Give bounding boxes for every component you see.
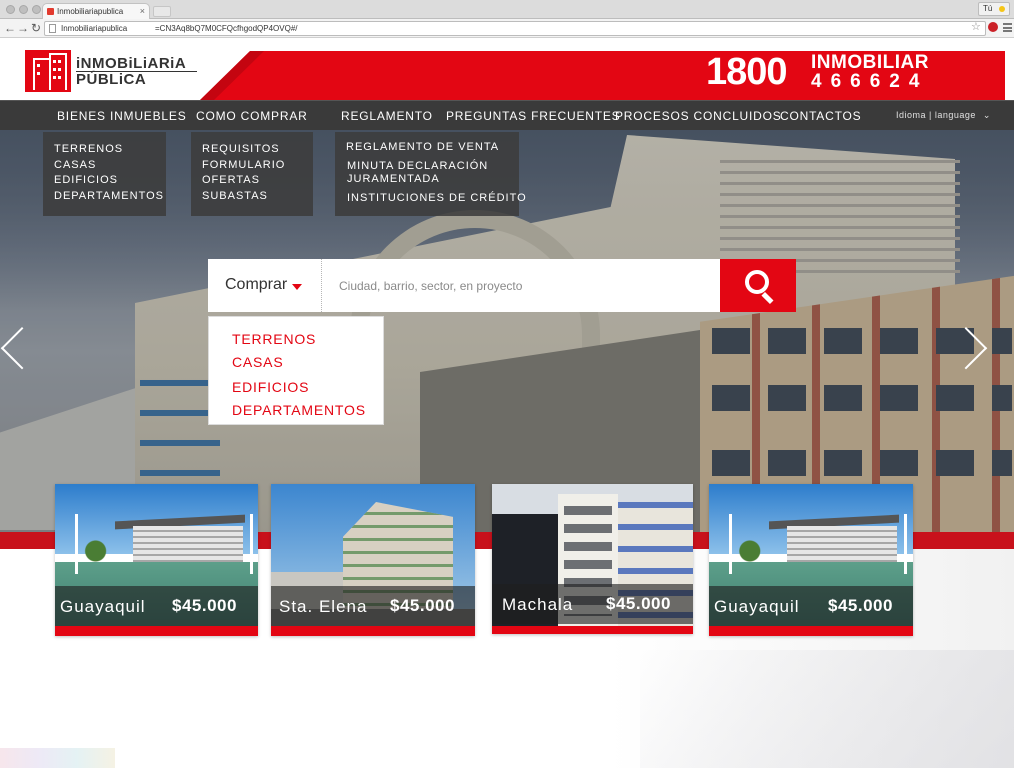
phone-word: INMOBILIAR [811,52,929,73]
profile-avatar-icon [999,6,1005,12]
nav-bienes-inmuebles[interactable]: BIENES INMUEBLES [57,109,187,123]
search-type-label: Comprar [225,276,288,293]
window-minimize-dot[interactable] [19,5,28,14]
window-close-dot[interactable] [6,5,15,14]
caret-down-icon [292,284,302,290]
menu-item-subastas[interactable]: SUBASTAS [202,189,302,205]
forward-button[interactable]: → [17,21,29,35]
chevron-right-icon[interactable] [962,317,988,377]
phone-number: 1800 [706,51,788,93]
search-icon [745,270,769,294]
phone-digits: 466624 [811,71,929,92]
logo-text-line2: PÚBLiCA [76,71,147,88]
menu-item-minuta-line2[interactable]: JURAMENTADA [346,173,508,186]
logo-building-icon [25,50,71,92]
pinterest-extension-icon[interactable] [988,22,998,32]
chevron-left-icon[interactable] [14,317,40,377]
menu-item-formulario[interactable]: FORMULARIO [202,158,302,174]
chevron-down-icon: ⌄ [982,110,991,120]
menu-bienes-inmuebles: TERRENOS CASAS EDIFICIOS DEPARTAMENTOS [43,132,166,216]
menu-item-edificios[interactable]: EDIFICIOS [54,173,155,189]
browser-tab[interactable]: Inmobiliariapublica × [42,3,150,19]
reload-button[interactable]: ↻ [31,21,41,35]
main-nav: BIENES INMUEBLES COMO COMPRAR REGLAMENTO… [0,100,1014,130]
page-icon [49,24,56,33]
browser-toolbar: ← → ↻ Inmobiliariapublica =CN3Aq8bQ7M0CF… [0,19,1014,38]
url-path: =CN3Aq8bQ7M0CFQcfhgodQP4OVQ#/ [155,24,298,33]
url-host: Inmobiliariapublica [61,24,128,33]
address-bar[interactable]: Inmobiliariapublica =CN3Aq8bQ7M0CFQcfhgo… [44,21,986,36]
menu-item-minuta-line1[interactable]: MINUTA DECLARACIÓN [346,160,508,173]
window-zoom-dot[interactable] [32,5,41,14]
language-selector[interactable]: Idioma | language ⌄ [896,110,991,121]
profile-label: Tú [983,4,993,13]
search-input[interactable] [339,274,709,298]
menu-item-casas[interactable]: CASAS [54,158,155,174]
site-logo[interactable]: iNMOBiLiARiA PÚBLiCA [25,50,197,92]
listing-price: $45.000 [828,596,893,615]
listing-card[interactable]: Guayaquil $45.000 [709,484,913,636]
search-option-departamentos[interactable]: DEPARTAMENTOS [232,399,383,422]
profile-button[interactable]: Tú [978,2,1010,16]
menu-reglamento: REGLAMENTO DE VENTA MINUTA DECLARACIÓN J… [335,132,526,216]
menu-como-comprar: REQUISITOS FORMULARIO OFERTAS SUBASTAS [191,132,313,216]
menu-item-terrenos[interactable]: TERRENOS [54,142,155,158]
favicon-icon [47,8,54,15]
nav-contactos[interactable]: CONTACTOS [780,109,861,123]
search-option-casas[interactable]: CASAS [232,351,383,374]
nav-reglamento[interactable]: REGLAMENTO [341,109,433,123]
bookmark-star-icon[interactable]: ☆ [971,21,981,34]
listing-caption: Guayaquil $45.000 [709,586,913,626]
listing-city: Sta. Elena [279,597,368,616]
listing-price: $45.000 [390,596,455,615]
browser-tab-bar: Inmobiliariapublica × Tú [0,0,1014,19]
listing-card[interactable]: Guayaquil $45.000 [55,484,258,636]
new-tab-button[interactable] [153,6,171,17]
listing-price: $45.000 [172,596,237,615]
nav-procesos-concluidos[interactable]: PROCESOS CONCLUIDOS [615,109,782,123]
logo-text-line1: iNMOBiLiARiA [76,55,187,72]
listing-card[interactable]: Machala $45.000 [492,484,693,634]
menu-item-ofertas[interactable]: OFERTAS [202,173,302,189]
tab-title: Inmobiliariapublica [57,7,124,16]
language-label: Idioma | language [896,110,976,120]
listing-caption: Guayaquil $45.000 [55,586,258,626]
listing-price: $45.000 [606,594,671,613]
property-search: Comprar [208,259,796,312]
tab-close-icon[interactable]: × [140,4,145,19]
browser-menu-icon[interactable] [1003,23,1012,32]
search-type-select[interactable]: Comprar [208,259,322,312]
search-option-terrenos[interactable]: TERRENOS [232,328,383,351]
listing-city: Guayaquil [714,597,800,616]
listing-caption: Machala $45.000 [492,584,693,624]
listing-city: Machala [502,595,574,614]
listing-card[interactable]: Sta. Elena $45.000 [271,484,475,636]
back-button[interactable]: ← [4,21,16,35]
menu-item-instituciones-credito[interactable]: INSTITUCIONES DE CRÉDITO [346,192,526,205]
menu-item-requisitos[interactable]: REQUISITOS [202,142,302,158]
listing-caption: Sta. Elena $45.000 [271,586,475,626]
nav-preguntas-frecuentes[interactable]: PREGUNTAS FRECUENTES [446,109,620,123]
menu-item-departamentos[interactable]: DEPARTAMENTOS [54,189,163,205]
search-button[interactable] [720,259,796,312]
listing-city: Guayaquil [60,597,146,616]
search-type-dropdown: TERRENOS CASAS EDIFICIOS DEPARTAMENTOS [208,316,384,425]
search-option-edificios[interactable]: EDIFICIOS [232,376,383,399]
nav-como-comprar[interactable]: COMO COMPRAR [196,109,308,123]
menu-item-reglamento-venta[interactable]: REGLAMENTO DE VENTA [346,141,508,154]
